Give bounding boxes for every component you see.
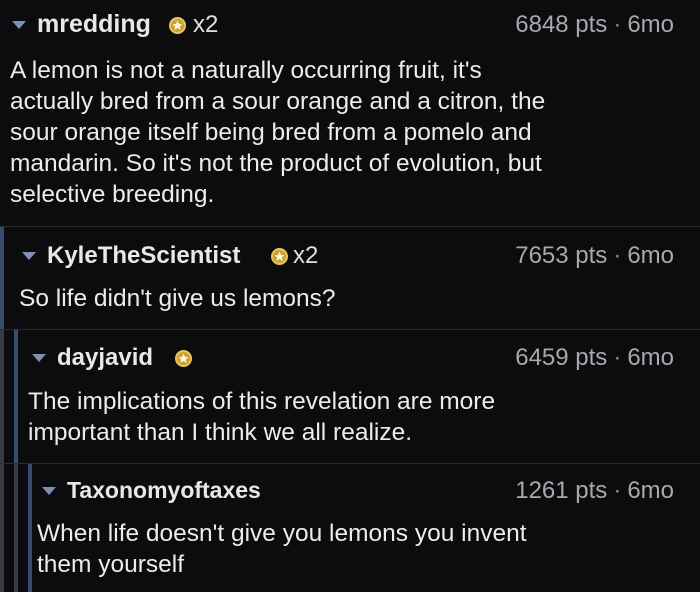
comment-meta: 7653 pts · 6mo xyxy=(515,242,674,270)
award-count: x2 xyxy=(293,242,319,269)
separator: · xyxy=(613,344,622,371)
points: 6848 pts xyxy=(515,11,608,38)
comment: Taxonomyoftaxes 1261 pts · 6mo When life d… xyxy=(0,463,700,592)
comment-header[interactable]: KyleTheScientist x2 7653 pts · 6mo xyxy=(0,241,700,269)
comment-body: So life didn't give us lemons? xyxy=(19,285,336,312)
comment-header[interactable]: dayjavid 6459 pts · 6mo xyxy=(0,343,700,371)
comment-meta: 6848 pts · 6mo xyxy=(515,11,674,39)
collapse-arrow-icon[interactable] xyxy=(32,354,46,362)
award-icon xyxy=(175,350,192,367)
comment-body: A lemon is not a naturally occurring fru… xyxy=(10,57,546,208)
age: 6mo xyxy=(627,477,674,504)
username[interactable]: mredding xyxy=(37,10,151,39)
comment-header[interactable]: Taxonomyoftaxes 1261 pts · 6mo xyxy=(0,476,700,504)
award-count: x2 xyxy=(193,11,219,38)
collapse-arrow-icon[interactable] xyxy=(12,21,26,29)
age: 6mo xyxy=(627,11,674,38)
separator: · xyxy=(613,11,622,38)
age: 6mo xyxy=(627,344,674,371)
award-icon xyxy=(271,248,288,265)
points: 7653 pts xyxy=(515,242,608,269)
comment-body: When life doesn't give you lemons you in… xyxy=(37,520,527,578)
points: 6459 pts xyxy=(515,344,608,371)
collapse-arrow-icon[interactable] xyxy=(22,252,36,260)
comment: KyleTheScientist x2 7653 pts · 6mo So life… xyxy=(0,226,700,329)
collapse-arrow-icon[interactable] xyxy=(42,487,56,495)
comment-thread: mredding x2 6848 pts · 6mo A lemon is not … xyxy=(0,0,700,592)
award-icon xyxy=(169,17,186,34)
comment: mredding x2 6848 pts · 6mo A lemon is not … xyxy=(0,0,700,226)
username[interactable]: Taxonomyoftaxes xyxy=(67,477,261,504)
comment-meta: 6459 pts · 6mo xyxy=(515,344,674,372)
comment-body: The implications of this revelation are … xyxy=(28,388,496,446)
username[interactable]: dayjavid xyxy=(57,344,153,372)
separator: · xyxy=(613,477,622,504)
comment-meta: 1261 pts · 6mo xyxy=(515,477,674,505)
points: 1261 pts xyxy=(515,477,608,504)
comment: dayjavid 6459 pts · 6mo The implications o… xyxy=(0,329,700,463)
separator: · xyxy=(613,242,622,269)
username[interactable]: KyleTheScientist xyxy=(47,242,240,270)
comment-header[interactable]: mredding x2 6848 pts · 6mo xyxy=(0,10,700,38)
age: 6mo xyxy=(627,242,674,269)
